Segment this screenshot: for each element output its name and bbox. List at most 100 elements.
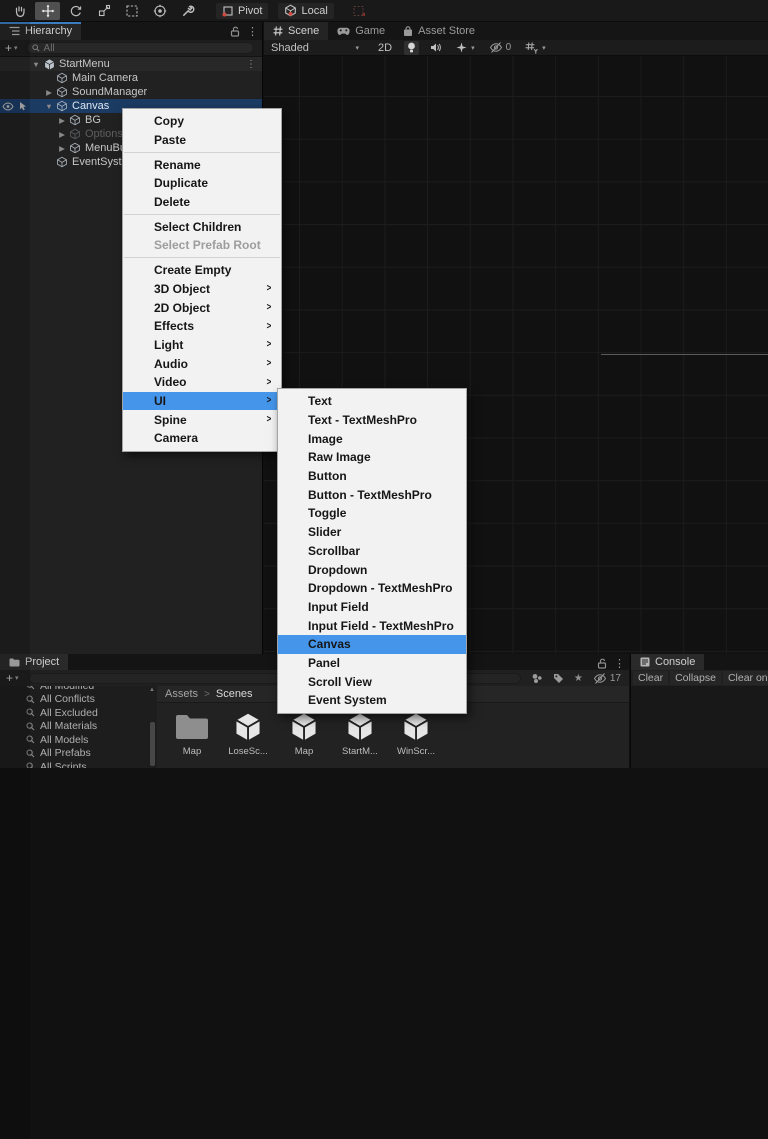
submenu-item[interactable]: Text — [278, 392, 466, 411]
console-button[interactable]: Clear — [633, 671, 669, 685]
favorites-scrollbar[interactable]: ▲ — [148, 686, 157, 768]
search-by-type-icon[interactable] — [531, 673, 543, 684]
context-menu-item[interactable]: Light > — [123, 336, 281, 355]
project-kebab-menu-icon[interactable]: ⋮ — [614, 657, 625, 670]
context-menu-item[interactable]: Video > — [123, 373, 281, 392]
context-menu-item[interactable]: Create Empty — [123, 261, 281, 280]
scale-tool-icon[interactable] — [91, 2, 116, 20]
asset-item[interactable]: StartM... — [339, 709, 381, 757]
submenu-item[interactable]: Panel — [278, 654, 466, 673]
grid-snap-button[interactable] — [346, 3, 373, 19]
asset-item[interactable]: Map — [171, 709, 213, 757]
create-asset-arrow-icon[interactable]: ▾ — [15, 674, 19, 682]
expand-arrow-icon[interactable]: ▶ — [56, 144, 68, 153]
breadcrumb-current[interactable]: Scenes — [216, 688, 253, 700]
submenu-item[interactable]: Raw Image — [278, 448, 466, 467]
favorite-search-item[interactable]: All Prefabs — [0, 747, 148, 761]
submenu-item[interactable]: Scrollbar — [278, 542, 466, 561]
context-menu-item[interactable]: Select Children — [123, 217, 281, 236]
asset-item[interactable]: LoseSc... — [227, 709, 269, 757]
tab-project[interactable]: Project — [0, 654, 69, 670]
context-menu-item[interactable]: Select Prefab Root — [123, 236, 281, 255]
hierarchy-row[interactable]: ▶ SoundManager — [0, 85, 262, 99]
rect-tool-icon[interactable] — [119, 2, 144, 20]
context-menu-item[interactable]: 3D Object > — [123, 280, 281, 299]
context-menu-item[interactable]: Camera — [123, 429, 281, 448]
hierarchy-search-input[interactable]: All — [25, 42, 254, 54]
console-button[interactable]: Clear on Play — [722, 671, 768, 685]
draw-mode-dropdown[interactable]: Shaded ▾ — [268, 42, 362, 54]
context-menu-item[interactable]: Paste — [123, 131, 281, 150]
pivot-toggle-button[interactable]: Pivot — [216, 2, 269, 19]
submenu-item[interactable]: Dropdown - TextMeshPro — [278, 579, 466, 598]
submenu-item[interactable]: Slider — [278, 523, 466, 542]
submenu-item[interactable]: Image — [278, 429, 466, 448]
asset-item[interactable]: Map — [283, 709, 325, 757]
tab-hierarchy[interactable]: Hierarchy — [0, 22, 82, 40]
context-menu-item[interactable]: UI > — [123, 391, 281, 411]
create-asset-button[interactable]: + — [6, 672, 13, 684]
submenu-item[interactable]: Toggle — [278, 504, 466, 523]
scene-visibility-eye-icon[interactable] — [2, 101, 14, 111]
collapse-arrow-icon[interactable]: ▼ — [43, 102, 55, 111]
expand-arrow-icon[interactable]: ▶ — [56, 116, 68, 125]
row-kebab-menu-icon[interactable]: ⋮ — [246, 59, 256, 70]
hierarchy-row[interactable]: Main Camera — [0, 71, 262, 85]
rotate-tool-icon[interactable] — [63, 2, 88, 20]
hierarchy-kebab-menu-icon[interactable]: ⋮ — [247, 25, 258, 38]
tab-console[interactable]: Console — [631, 654, 705, 670]
hand-tool-icon[interactable] — [7, 2, 32, 20]
project-hidden-counter[interactable]: 17 — [593, 673, 621, 684]
view-tab[interactable]: Asset Store — [394, 22, 484, 40]
submenu-item[interactable]: Dropdown — [278, 560, 466, 579]
custom-tool-wrench-icon[interactable] — [175, 2, 200, 20]
local-toggle-button[interactable]: Local — [278, 2, 334, 19]
create-object-button[interactable]: + — [5, 42, 12, 54]
transform-tool-icon[interactable] — [147, 2, 172, 20]
context-menu-item[interactable]: Copy — [123, 112, 281, 131]
submenu-item[interactable]: Input Field — [278, 598, 466, 617]
hidden-objects-counter[interactable]: 0 — [486, 41, 515, 55]
scene-effects-dropdown[interactable]: ▾ — [453, 41, 478, 55]
context-menu-item[interactable]: Delete — [123, 193, 281, 212]
view-tab[interactable]: Scene — [264, 22, 329, 40]
create-dropdown-arrow-icon[interactable]: ▾ — [14, 44, 18, 52]
collapse-arrow-icon[interactable]: ▼ — [30, 60, 42, 69]
breadcrumb-root[interactable]: Assets — [165, 688, 198, 700]
expand-arrow-icon[interactable]: ▶ — [56, 130, 68, 139]
lock-icon[interactable] — [230, 26, 240, 37]
context-menu-item[interactable]: Duplicate — [123, 174, 281, 193]
context-menu-item[interactable]: Audio > — [123, 354, 281, 373]
expand-arrow-icon[interactable]: ▶ — [43, 88, 55, 97]
submenu-item[interactable]: Event System — [278, 691, 466, 710]
scroll-up-arrow-icon[interactable]: ▲ — [149, 687, 155, 693]
scene-lighting-button[interactable] — [404, 40, 420, 55]
view-tab[interactable]: Game — [328, 22, 394, 40]
toggle-2d-button[interactable]: 2D — [374, 42, 396, 54]
console-button[interactable]: Collapse — [670, 671, 721, 685]
grid-visibility-dropdown[interactable]: ▾ — [522, 41, 549, 55]
search-by-label-tag-icon[interactable] — [553, 673, 564, 684]
favorite-search-item[interactable]: All Scripts — [0, 760, 148, 768]
favorite-search-item[interactable]: All Models — [0, 733, 148, 747]
hierarchy-row[interactable]: ▼ StartMenu ⋮ — [0, 57, 262, 71]
submenu-item[interactable]: Text - TextMeshPro — [278, 411, 466, 430]
scrollbar-thumb[interactable] — [150, 722, 155, 766]
move-tool-icon[interactable] — [35, 1, 60, 20]
context-menu-item[interactable]: Rename — [123, 155, 281, 174]
context-menu-item[interactable]: 2D Object > — [123, 298, 281, 317]
submenu-item[interactable]: Input Field - TextMeshPro — [278, 616, 466, 635]
scene-audio-button[interactable] — [427, 41, 445, 55]
favorite-search-item[interactable]: All Materials — [0, 720, 148, 734]
context-menu-item[interactable]: Effects > — [123, 317, 281, 336]
submenu-item[interactable]: Button — [278, 467, 466, 486]
lock-icon[interactable] — [597, 658, 607, 669]
favorites-star-icon[interactable]: ★ — [574, 673, 583, 684]
submenu-item[interactable]: Canvas — [278, 634, 466, 654]
scene-pickability-icon[interactable] — [18, 101, 28, 111]
submenu-item[interactable]: Scroll View — [278, 672, 466, 691]
favorite-search-item[interactable]: All Excluded — [0, 706, 148, 720]
asset-item[interactable]: WinScr... — [395, 709, 437, 757]
submenu-item[interactable]: Button - TextMeshPro — [278, 485, 466, 504]
favorite-search-item[interactable]: All Conflicts — [0, 693, 148, 707]
